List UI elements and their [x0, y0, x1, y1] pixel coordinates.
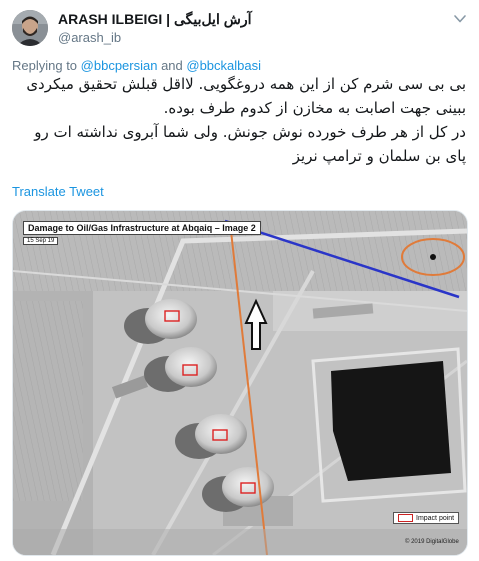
image-title: Damage to Oil/Gas Infrastructure at Abqa… [23, 221, 261, 235]
chevron-down-icon[interactable] [452, 12, 468, 26]
image-legend: Impact point [393, 512, 460, 524]
tweet-media[interactable]: Damage to Oil/Gas Infrastructure at Abqa… [12, 210, 468, 556]
tweet-paragraph-2: در کل از هر طرف خورده نوش جونش. ولی شما … [34, 123, 466, 165]
display-name[interactable]: ARASH ILBEIGI | آرش ایل‌بیگی [58, 11, 251, 27]
tweet-text: بی بی سی شرم کن از این همه دروغگویی. لاا… [12, 72, 466, 168]
image-copyright: © 2019 DigitalGlobe [405, 539, 459, 545]
impact-point-swatch [398, 514, 413, 522]
reply-prefix: Replying to [12, 58, 81, 73]
legend-label: Impact point [416, 514, 455, 522]
tweet-paragraph-1: بی بی سی شرم کن از این همه دروغگویی. لاا… [26, 75, 466, 117]
translate-tweet-link[interactable]: Translate Tweet [12, 184, 104, 199]
reply-mention-bbckalbasi[interactable]: @bbckalbasi [186, 58, 261, 73]
tweet: ARASH ILBEIGI | آرش ایل‌بیگی @arash_ib R… [0, 0, 479, 561]
replying-to: Replying to @bbcpersian and @bbckalbasi [12, 58, 261, 73]
user-handle[interactable]: @arash_ib [58, 30, 121, 45]
avatar-image [12, 10, 48, 46]
author-name-row[interactable]: ARASH ILBEIGI | آرش ایل‌بیگی [58, 11, 251, 28]
reply-mention-bbcpersian[interactable]: @bbcpersian [81, 58, 158, 73]
image-date: 15 Sep 19 [23, 237, 59, 245]
reply-and: and [157, 58, 187, 73]
avatar[interactable] [12, 10, 48, 46]
satellite-image [13, 211, 467, 555]
